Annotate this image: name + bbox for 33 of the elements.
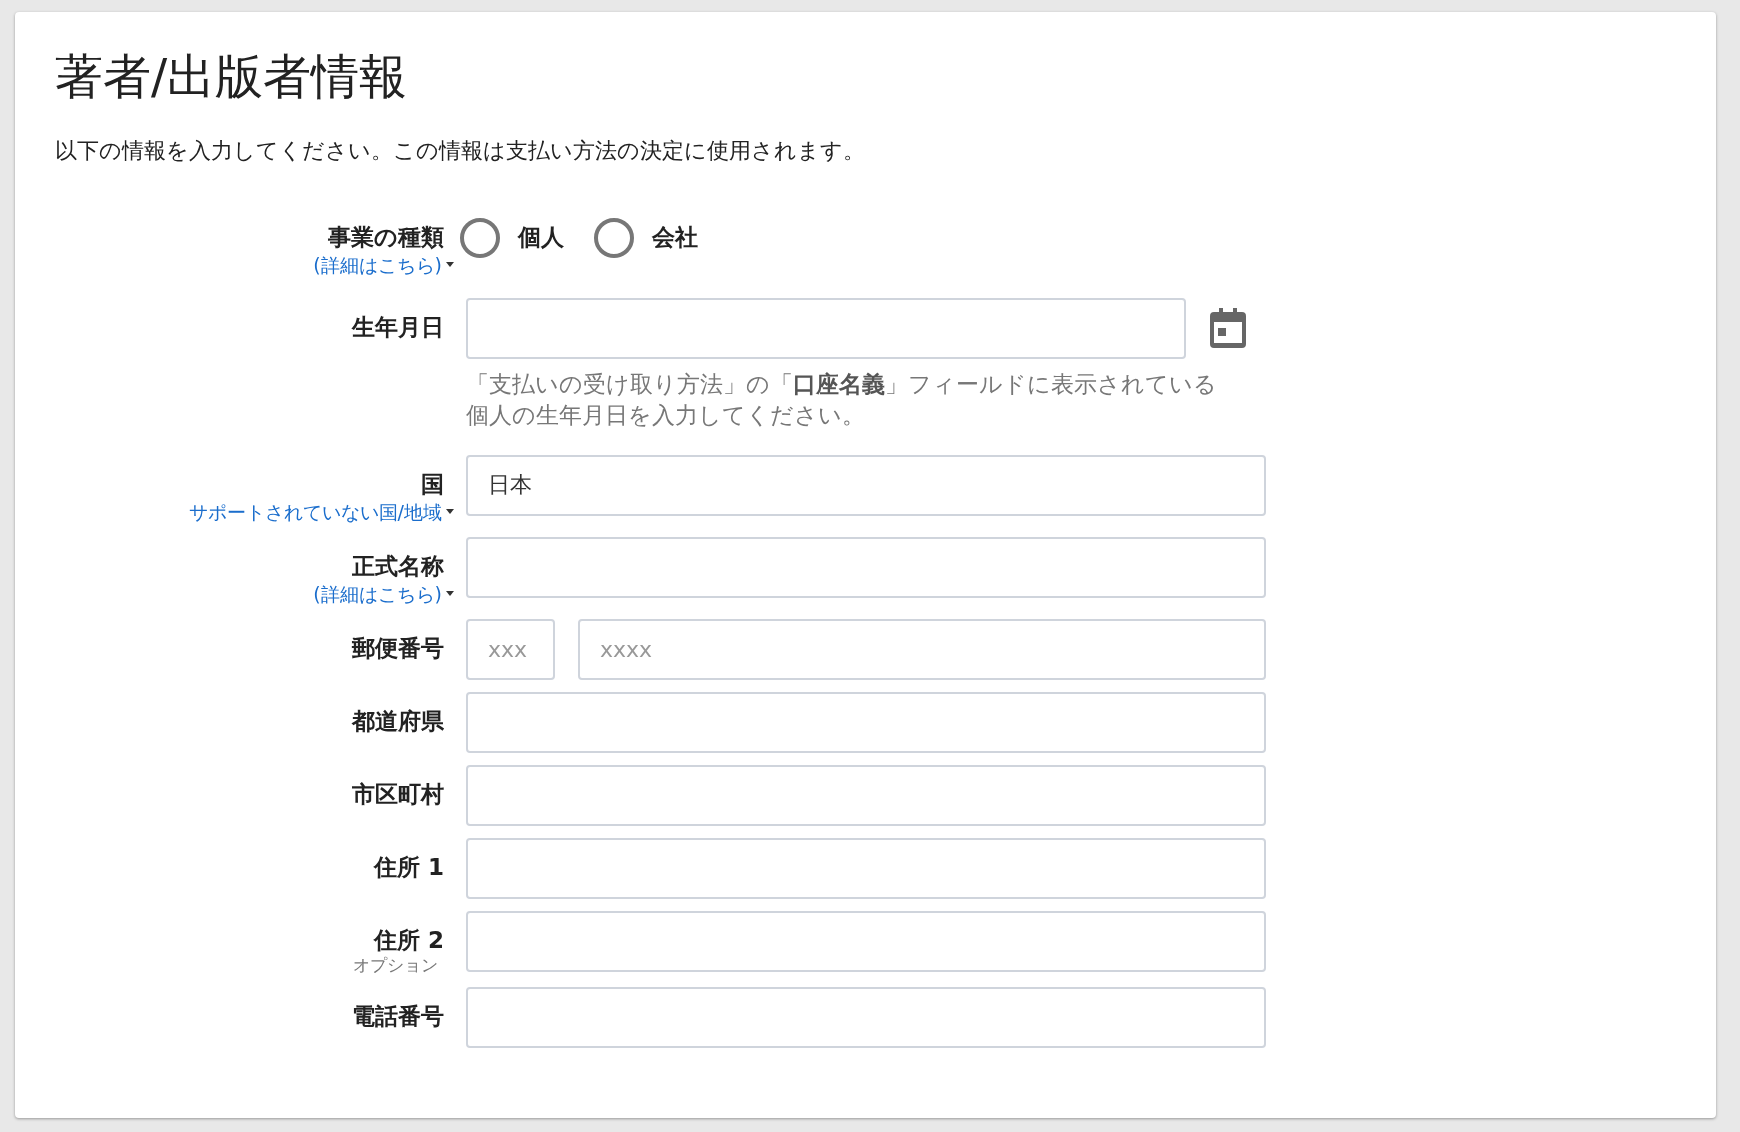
date-input-field[interactable] xyxy=(466,297,1186,359)
caret-icon xyxy=(446,509,454,515)
text-input-field[interactable] xyxy=(466,691,1266,753)
text-input-field[interactable] xyxy=(466,910,1266,972)
postal-code-field[interactable]: xxxx xyxy=(578,618,1266,680)
text-input-field[interactable] xyxy=(466,536,1266,598)
field-label: 事業の種類 xyxy=(328,222,444,252)
text-input-field[interactable] xyxy=(466,837,1266,899)
optional-note: オプション xyxy=(353,954,438,975)
help-text: 「支払いの受け取り方法」の「口座名義」フィールドに表示されている個人の生年月日を入力してください。 xyxy=(466,369,1218,430)
text-input-field[interactable] xyxy=(466,764,1266,826)
details-link[interactable]: サポートされていない国/地域 xyxy=(188,498,454,525)
text-input-field[interactable] xyxy=(466,986,1266,1048)
field-label: 電話番号 xyxy=(352,1001,444,1031)
intro-text: 以下の情報を入力してください。この情報は支払い方法の決定に使用されます。 xyxy=(55,136,866,165)
caret-icon xyxy=(446,262,454,268)
field-label: 生年月日 xyxy=(352,312,444,342)
field-label: 正式名称 xyxy=(352,551,444,581)
field-label: 住所 2 xyxy=(374,925,444,955)
text-input-field[interactable]: 日本 xyxy=(466,454,1266,516)
field-label: 都道府県 xyxy=(352,706,444,736)
details-link[interactable]: (詳細はこちら) xyxy=(313,580,454,607)
details-link[interactable]: (詳細はこちら) xyxy=(313,251,454,278)
calendar-icon[interactable] xyxy=(1210,308,1246,349)
page-title: 著者/出版者情報 xyxy=(55,48,409,106)
radio-option[interactable]: 会社 xyxy=(594,217,698,258)
radio-option[interactable]: 個人 xyxy=(460,217,564,258)
field-label: 国 xyxy=(421,469,444,499)
field-label: 住所 1 xyxy=(374,852,444,882)
caret-icon xyxy=(446,591,454,597)
field-label: 市区町村 xyxy=(352,779,444,809)
field-label: 郵便番号 xyxy=(352,633,444,663)
postal-code-field[interactable]: xxx xyxy=(466,618,555,680)
